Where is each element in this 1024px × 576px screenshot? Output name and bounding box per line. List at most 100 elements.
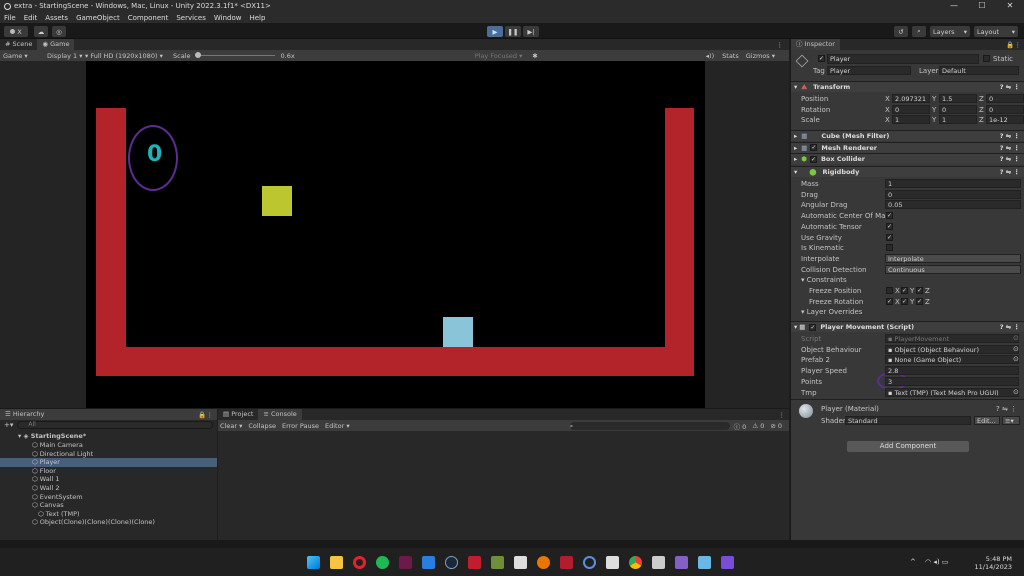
opera-icon[interactable] <box>353 556 366 569</box>
steam-icon[interactable] <box>445 556 458 569</box>
hierarchy-item[interactable]: ⬡ EventSystem <box>32 493 83 502</box>
console-search-input[interactable]: ⌕ <box>569 421 730 430</box>
freeze-z-checkbox[interactable]: ✓ <box>916 287 923 294</box>
editor-dropdown[interactable]: Editor ▾ <box>325 422 350 430</box>
tab-hierarchy[interactable]: ☰ Hierarchy <box>0 409 49 420</box>
hierarchy-search-input[interactable]: All <box>17 421 213 429</box>
blender-icon[interactable] <box>537 556 550 569</box>
freeze-y-checkbox[interactable]: ✓ <box>901 297 908 305</box>
stats-button[interactable]: Stats <box>722 52 739 60</box>
close-button[interactable]: ✕ <box>996 0 1024 12</box>
rigidbody-drag-field[interactable]: 0 <box>885 189 1021 199</box>
object-picker-icon[interactable]: ⊙ <box>1013 334 1019 342</box>
expand-icon[interactable]: ▸ <box>794 155 797 163</box>
lock-icon[interactable]: 🔒⋮ <box>198 411 217 419</box>
maximize-button[interactable]: ☐ <box>968 0 996 12</box>
wifi-icon[interactable]: ◠ ◂) ▭ <box>925 558 948 566</box>
rigidbody-checkbox[interactable]: ✓ <box>886 222 893 230</box>
hierarchy-item[interactable]: ⬡ Object(Clone)(Clone)(Clone)(Clone) <box>32 518 155 527</box>
app-icon-light-blue[interactable] <box>698 556 711 569</box>
transform-position-z[interactable]: 0 <box>986 94 1024 103</box>
object-active-checkbox[interactable]: ✓ <box>818 55 825 62</box>
step-button[interactable]: ▶| <box>523 26 539 37</box>
transform-scale-x[interactable]: 1 <box>892 115 930 125</box>
hierarchy-item[interactable]: ⬡ Text (TMP) <box>38 510 80 519</box>
component-enabled-checkbox[interactable]: ✓ <box>810 144 818 152</box>
component-menu-icon[interactable]: ? ⇋ ⋮ <box>1000 323 1020 331</box>
component-enabled-checkbox[interactable]: ✓ <box>809 155 817 163</box>
component-header[interactable]: ▸ ⬢ ✓ Box Collider ? ⇋ ⋮ <box>791 153 1024 165</box>
add-component-button[interactable]: Add Component <box>847 441 969 452</box>
chrome-icon[interactable] <box>629 556 642 569</box>
script-speed-field[interactable]: 2.8 <box>885 366 1019 376</box>
resolution-dropdown[interactable]: ▾ Full HD (1920x1080) ▾ <box>85 52 173 60</box>
visual-studio-icon[interactable] <box>675 556 688 569</box>
search-button[interactable]: ⌕ <box>912 26 926 37</box>
menu-gameobject[interactable]: GameObject <box>72 14 124 22</box>
add-icon[interactable]: +▾ <box>4 421 13 429</box>
object-name-field[interactable]: Player <box>827 54 979 64</box>
panel-menu-icon[interactable]: 🔒⋮ <box>1006 41 1024 49</box>
scale-slider-handle[interactable] <box>194 52 201 58</box>
transform-rotation-x[interactable]: 0 <box>892 104 930 114</box>
app-icon-purple[interactable] <box>721 556 734 569</box>
error-count[interactable]: ⊘ 0 <box>770 422 782 430</box>
menu-services[interactable]: Services <box>172 14 210 22</box>
component-header[interactable]: ▸ ▦ ✓ Mesh Renderer ? ⇋ ⋮ <box>791 141 1024 153</box>
tray-clock[interactable]: 5:48 PM 11/14/2023 <box>972 555 1012 571</box>
rigidbody-mass-field[interactable]: 1 <box>885 179 1021 188</box>
clear-button[interactable]: Clear ▾ <box>220 422 242 430</box>
menu-component[interactable]: Component <box>124 14 173 22</box>
menu-window[interactable]: Window <box>210 14 246 22</box>
hierarchy-item[interactable]: ⬡ Main Camera <box>32 441 83 450</box>
static-checkbox[interactable] <box>983 55 990 62</box>
freeze-z-checkbox[interactable]: ✓ <box>916 297 923 305</box>
script-header[interactable]: ▾ ▦ ✓ Player Movement (Script) ? ⇋ ⋮ <box>791 321 1024 332</box>
menu-assets[interactable]: Assets <box>41 14 72 22</box>
app-icon-red2[interactable] <box>560 556 573 569</box>
tab-game[interactable]: ◉ Game <box>37 39 75 50</box>
unity-hub-icon[interactable] <box>606 556 619 569</box>
shader-options-dropdown[interactable]: ≡▾ <box>1002 416 1020 425</box>
rigidbody-collision-dropdown[interactable]: Continuous <box>885 264 1021 274</box>
hierarchy-item[interactable]: ⬡ Floor <box>32 467 56 476</box>
hierarchy-item[interactable]: ⬡ Wall 1 <box>32 475 60 484</box>
script-points-field[interactable]: 3 <box>885 376 1019 386</box>
collapse-toggle[interactable]: Collapse <box>248 422 276 430</box>
app-icon-blue[interactable] <box>583 556 596 569</box>
rigidbody-header[interactable]: ▾ ⬤ Rigidbody ? ⇋ ⋮ <box>791 166 1024 177</box>
game-launcher-icon[interactable] <box>468 556 481 569</box>
warning-count[interactable]: ⚠ 0 <box>752 422 764 430</box>
layout-dropdown[interactable]: Layout ▾ <box>974 26 1018 37</box>
gizmos-dropdown[interactable]: Gizmos ▾ <box>746 52 775 60</box>
account-button[interactable]: X <box>4 26 28 37</box>
game-mode-dropdown[interactable]: Game ▾ <box>3 52 47 60</box>
transform-position-y[interactable]: 1.5 <box>939 94 977 103</box>
tray-chevron-icon[interactable]: ^ <box>910 558 916 566</box>
hierarchy-item[interactable]: ⬡ Directional Light <box>32 450 93 459</box>
transform-position-x[interactable]: 2.097321 <box>892 94 930 103</box>
hierarchy-item[interactable]: ⬡ Canvas <box>32 501 64 510</box>
transform-scale-z[interactable]: 1e-12 <box>986 115 1024 125</box>
app-icon-s[interactable] <box>514 556 527 569</box>
error-pause-toggle[interactable]: Error Pause <box>282 422 319 430</box>
rigidbody-angular-drag-field[interactable]: 0.05 <box>885 200 1021 210</box>
file-explorer-icon[interactable] <box>330 556 343 569</box>
layers-dropdown[interactable]: Layers ▾ <box>930 26 970 37</box>
object-picker-icon[interactable]: ⊙ <box>1013 355 1019 363</box>
game-viewport[interactable]: 0 <box>86 61 705 408</box>
menu-file[interactable]: File <box>0 14 20 22</box>
transform-header[interactable]: ▾ ⟁ Transform ? ⇋ ⋮ <box>791 81 1024 92</box>
display-dropdown[interactable]: Display 1 ▾ <box>47 52 85 60</box>
tab-inspector[interactable]: ⓘ Inspector <box>791 39 840 50</box>
scale-slider[interactable] <box>194 52 275 58</box>
scene-root[interactable]: ▾ ◈ StartingScene* <box>18 432 86 441</box>
panel-menu-icon[interactable]: ⋮ <box>777 41 790 49</box>
component-menu-icon[interactable]: ? ⇋ ⋮ <box>1000 132 1020 140</box>
hierarchy-item[interactable]: ⬡ Wall 2 <box>32 484 60 493</box>
app-icon-red[interactable] <box>399 556 412 569</box>
transform-rotation-y[interactable]: 0 <box>939 104 977 114</box>
script-prefab-field[interactable]: ▪ None (Game Object) <box>885 355 1019 365</box>
shader-edit-button[interactable]: Edit... <box>974 416 1000 425</box>
component-header[interactable]: ▸ ▦ Cube (Mesh Filter) ? ⇋ ⋮ <box>791 130 1024 141</box>
